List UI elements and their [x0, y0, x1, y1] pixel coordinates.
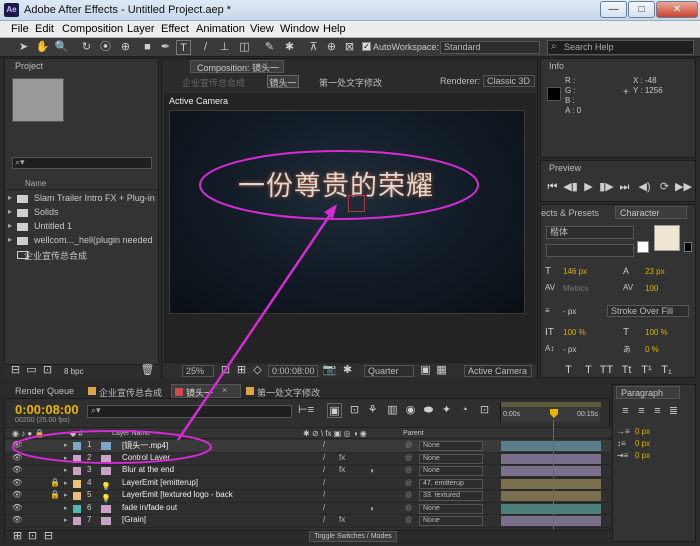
- annotation-arrow-head: [324, 204, 337, 219]
- annotation-overlay: [12, 150, 479, 464]
- canvas-text-highlight-ellipse: [199, 150, 479, 220]
- annotation-arrow-line: [176, 214, 332, 441]
